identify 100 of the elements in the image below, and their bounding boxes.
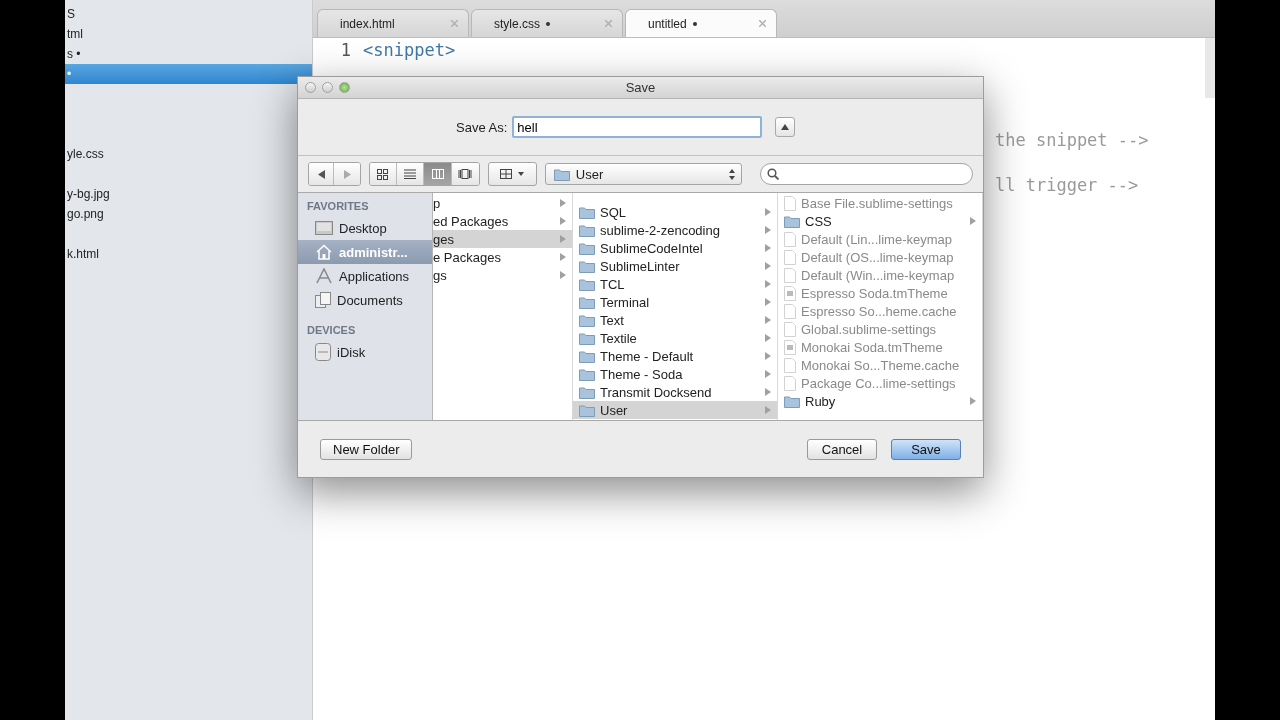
editor-tab[interactable]: style.css	[471, 9, 623, 37]
folder-icon	[579, 403, 595, 417]
chevron-icon	[560, 199, 566, 207]
browser-item[interactable]: e Packages	[433, 248, 572, 266]
browser-item[interactable]: Default (Lin...lime-keymap	[778, 230, 982, 248]
folder-icon	[579, 205, 595, 219]
back-button[interactable]	[309, 163, 335, 185]
field-label: Save As:	[456, 119, 508, 135]
close-icon[interactable]	[305, 82, 316, 93]
chevron-icon	[765, 370, 771, 378]
places-item[interactable]: Applications	[298, 264, 432, 288]
browser-item[interactable]: Monokai Soda.tmTheme	[778, 338, 982, 356]
folder-icon	[579, 313, 595, 327]
line-number: 1	[339, 40, 352, 61]
chevron-icon	[560, 235, 566, 243]
folder-icon	[579, 349, 595, 363]
browser-item[interactable]: Espresso So...heme.cache	[778, 302, 982, 320]
browser-item[interactable]: Package Co...lime-settings	[778, 374, 982, 392]
browser-item[interactable]: TCL	[573, 275, 777, 293]
chevron-icon	[560, 271, 566, 279]
triangle-up-icon	[781, 124, 790, 130]
collapse-button[interactable]	[775, 117, 796, 137]
browser-item[interactable]: ges	[433, 230, 572, 248]
section-heading: DEVICES	[306, 323, 357, 338]
browser-item[interactable]: Espresso Soda.tmTheme	[778, 284, 982, 302]
chevron-icon	[765, 388, 771, 396]
browser-item[interactable]: Transmit Docksend	[573, 383, 777, 401]
document-icon	[784, 267, 796, 283]
browser-item[interactable]: ed Packages	[433, 212, 572, 230]
browser-item[interactable]: Theme - Default	[573, 347, 777, 365]
arrange-button[interactable]	[487, 162, 537, 186]
folder-icon	[579, 385, 595, 399]
browser-item[interactable]: Text	[573, 311, 777, 329]
dialog-button[interactable]: Cancel	[807, 438, 877, 460]
browser-item[interactable]: Monokai So...Theme.cache	[778, 356, 982, 374]
monitor-icon	[315, 221, 333, 235]
chevron-icon	[560, 217, 566, 225]
browser-item[interactable]: Base File.sublime-settings	[778, 194, 982, 212]
sidebar-item[interactable]: s •	[65, 44, 312, 64]
browser-item[interactable]: Terminal	[573, 293, 777, 311]
folder-icon	[579, 295, 595, 309]
modified-dot-icon	[546, 21, 550, 26]
editor-tab[interactable]: index.html	[317, 9, 469, 37]
browser-item[interactable]: SQL	[573, 203, 777, 221]
browser-item[interactable]: gs	[433, 266, 572, 284]
document-icon	[784, 321, 796, 337]
close-icon[interactable]	[759, 20, 766, 27]
list-icon	[404, 169, 417, 179]
code-text: ll trigger -->	[995, 175, 1139, 196]
chevron-icon	[765, 334, 771, 342]
view-mode-button[interactable]	[451, 163, 479, 185]
places-item[interactable]: iDisk	[298, 340, 432, 364]
document-icon	[784, 339, 796, 355]
browser-item[interactable]: sublime-2-zencoding	[573, 221, 777, 239]
browser-item[interactable]: Theme - Soda	[573, 365, 777, 383]
grid-icon	[377, 168, 389, 180]
search-field[interactable]	[760, 163, 973, 185]
dialog-button[interactable]: Save	[891, 438, 961, 460]
folder-icon	[579, 331, 595, 345]
scrollbar[interactable]	[1205, 38, 1215, 98]
places-item[interactable]: Desktop	[298, 216, 432, 240]
document-icon	[784, 231, 796, 247]
chevron-icon	[765, 280, 771, 288]
browser-item[interactable]: SublimeCodeIntel	[573, 239, 777, 257]
folder-icon	[553, 167, 570, 181]
folder-icon	[784, 214, 800, 228]
document-icon	[784, 357, 796, 373]
browser-item[interactable]: Textile	[573, 329, 777, 347]
editor-tab[interactable]: untitled	[625, 9, 777, 37]
dialog-button[interactable]: New Folder	[320, 438, 413, 460]
browser-item[interactable]: SublimeLinter	[573, 257, 777, 275]
chevron-icon	[970, 397, 976, 405]
caret-icon	[518, 172, 525, 176]
sidebar-item[interactable]: tml	[65, 24, 312, 44]
folder-icon	[579, 241, 595, 255]
view-mode-button[interactable]	[369, 163, 398, 185]
document-icon	[784, 285, 796, 301]
forward-icon	[343, 169, 351, 179]
close-icon[interactable]	[451, 20, 458, 27]
code-text: <snippet>	[362, 40, 456, 61]
browser-item[interactable]: Global.sublime-settings	[778, 320, 982, 338]
browser-item[interactable]: CSS	[778, 212, 982, 230]
browser-item[interactable]: Default (Win...ime-keymap	[778, 266, 982, 284]
browser-item[interactable]: Ruby	[778, 392, 982, 410]
home-icon	[315, 244, 333, 260]
zoom-icon[interactable]	[339, 82, 350, 93]
filename-field[interactable]: hell	[512, 116, 763, 138]
close-icon[interactable]	[605, 20, 612, 27]
chevron-icon	[765, 262, 771, 270]
code-text: the snippet -->	[995, 130, 1149, 151]
folder-icon	[579, 367, 595, 381]
location-popup[interactable]: User	[544, 163, 743, 185]
document-icon	[784, 249, 796, 265]
browser-item[interactable]: p	[433, 194, 572, 212]
browser-item[interactable]: User	[573, 401, 777, 419]
browser-item[interactable]: Default (OS...lime-keymap	[778, 248, 982, 266]
places-item[interactable]: Documents	[298, 288, 432, 312]
updown-icon	[729, 168, 736, 180]
minimize-icon[interactable]	[322, 82, 333, 93]
sidebar-item[interactable]: S	[65, 4, 312, 24]
